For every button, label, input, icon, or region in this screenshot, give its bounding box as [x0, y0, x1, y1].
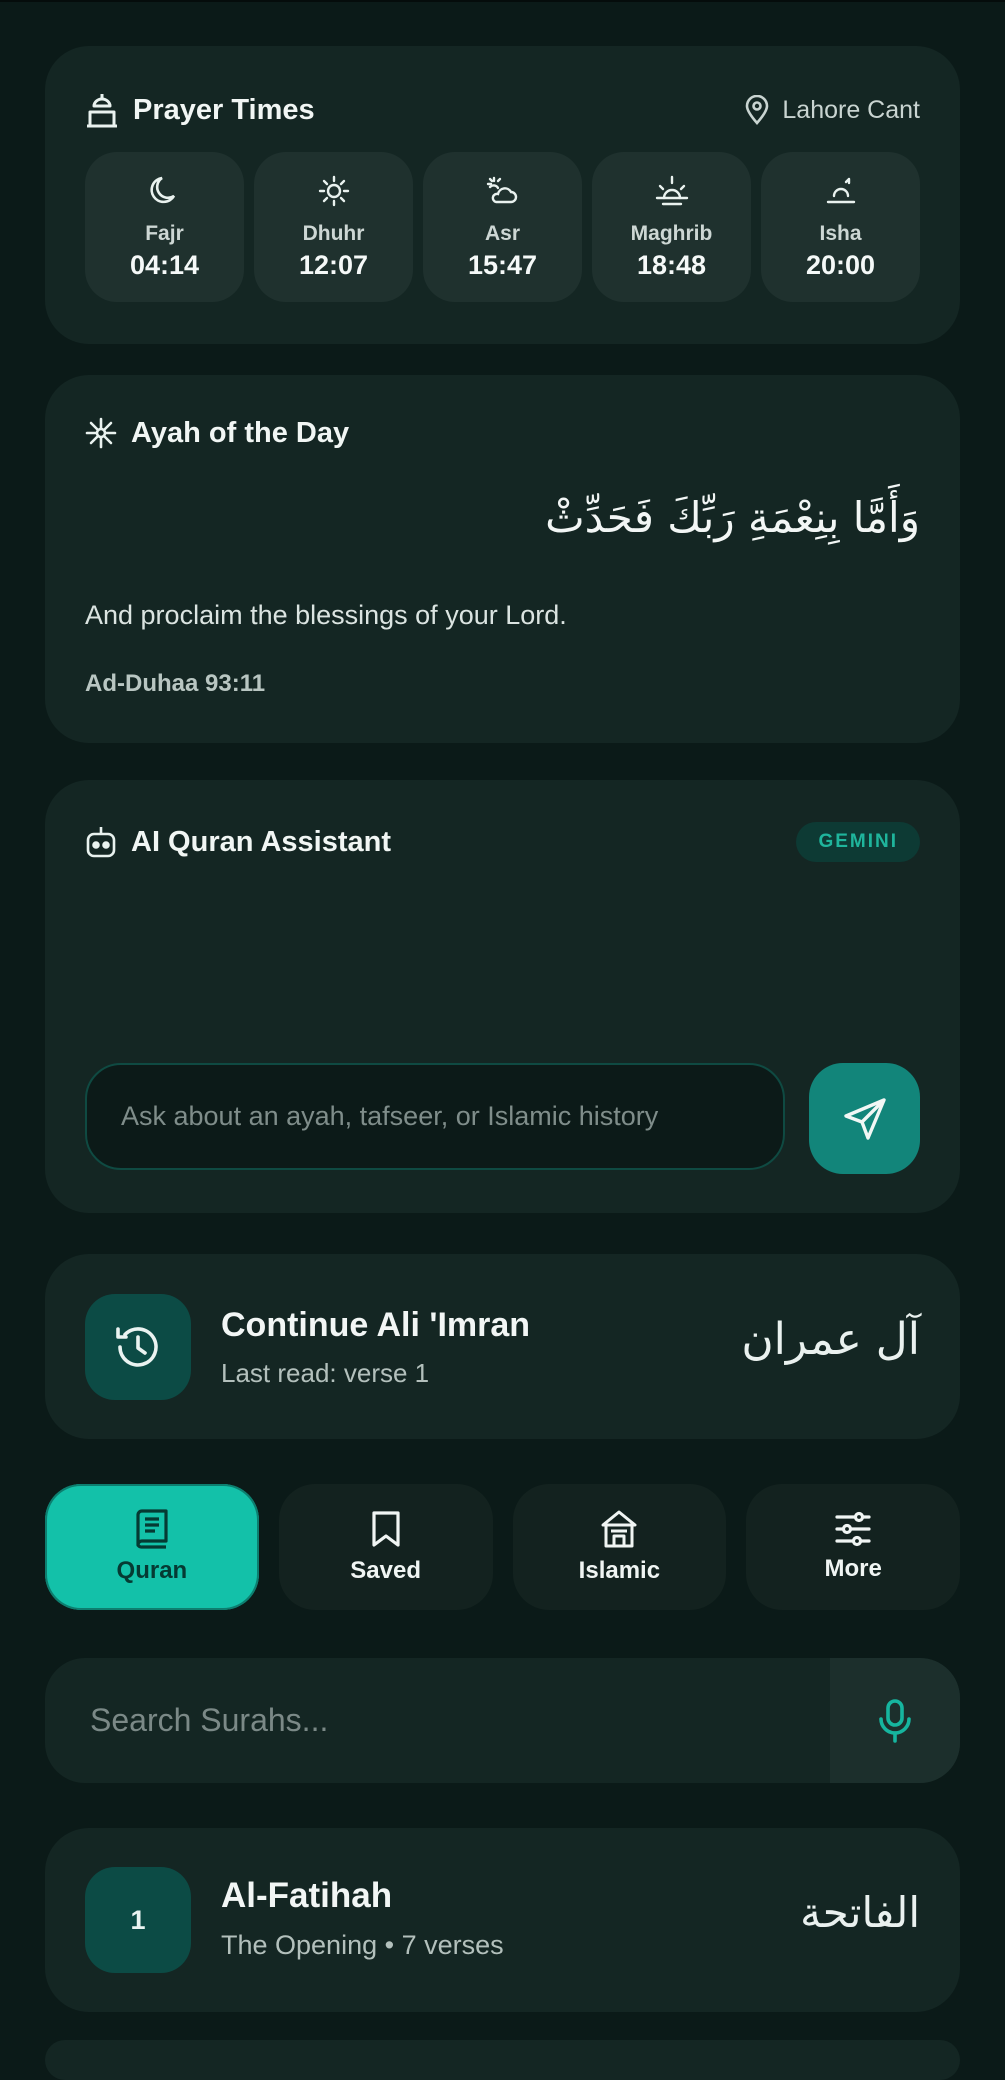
- prayer-name: Asr: [484, 222, 521, 245]
- sun-cloud-icon: [486, 174, 520, 208]
- moon-rise-icon: [824, 174, 858, 208]
- prayer-name: Maghrib: [630, 222, 713, 245]
- prayer-name: Fajr: [145, 222, 184, 245]
- minaret-icon: [85, 92, 119, 128]
- bookmark-icon: [370, 1509, 402, 1549]
- robot-icon: [85, 825, 117, 859]
- prayer-card-title: Prayer Times: [133, 93, 315, 126]
- tab-saved[interactable]: Saved: [278, 1484, 493, 1610]
- ayah-of-the-day-card: Ayah of the Day وَأَمَّا بِنِعْمَةِ رَبِ…: [45, 375, 960, 743]
- tab-more[interactable]: More: [746, 1484, 960, 1610]
- book-icon: [134, 1509, 170, 1549]
- sunset-icon: [655, 174, 689, 208]
- assistant-card-header: AI Quran Assistant GEMINI: [85, 820, 920, 864]
- continue-arabic-name: آل عمران: [741, 1314, 920, 1365]
- continue-reading-card[interactable]: Continue Ali 'Imran Last read: verse 1 آ…: [45, 1254, 960, 1439]
- prayer-tile-asr[interactable]: Asr 15:47: [423, 152, 582, 302]
- tab-islamic[interactable]: Islamic: [512, 1484, 727, 1610]
- continue-title: Continue Ali 'Imran: [221, 1306, 531, 1344]
- main-tabs: Quran Saved Islamic More: [45, 1484, 960, 1610]
- assistant-card-title: AI Quran Assistant: [131, 825, 391, 858]
- tab-label: More: [824, 1555, 882, 1582]
- tab-label: Quran: [116, 1557, 188, 1584]
- voice-search-button[interactable]: [830, 1658, 960, 1783]
- sun-icon: [317, 174, 351, 208]
- prayer-card-header: Prayer Times Lahore Cant: [85, 88, 920, 132]
- prayer-time: 20:00: [805, 250, 876, 280]
- ayah-translation: And proclaim the blessings of your Lord.: [85, 600, 567, 630]
- ayah-arabic-text: وَأَمَّا بِنِعْمَةِ رَبِّكَ فَحَدِّثْ: [545, 493, 920, 542]
- continue-subtitle: Last read: verse 1: [221, 1358, 430, 1388]
- location-selector[interactable]: Lahore Cant: [744, 95, 920, 125]
- next-list-item-peek: [45, 2040, 960, 2080]
- moon-icon: [148, 174, 182, 208]
- surah-search-input[interactable]: [45, 1658, 830, 1783]
- prayer-time: 04:14: [129, 250, 200, 280]
- surah-number: 1: [85, 1867, 191, 1973]
- sliders-icon: [833, 1511, 873, 1547]
- list-item[interactable]: 1 Al-Fatihah The Opening • 7 verses الفا…: [45, 1828, 960, 2012]
- prayer-time: 12:07: [298, 250, 369, 280]
- prayer-times-card: Prayer Times Lahore Cant Fajr 04:14 Dhuh…: [45, 46, 960, 344]
- ai-assistant-card: AI Quran Assistant GEMINI: [45, 780, 960, 1213]
- tab-label: Islamic: [578, 1557, 661, 1584]
- gemini-badge: GEMINI: [796, 822, 920, 862]
- location-pin-icon: [744, 95, 770, 125]
- surah-search-bar: [45, 1658, 960, 1783]
- surah-arabic-name: الفاتحة: [800, 1888, 920, 1937]
- ayah-reference: Ad-Duhaa 93:11: [85, 670, 266, 697]
- prayer-tile-fajr[interactable]: Fajr 04:14: [85, 152, 244, 302]
- mosque-icon: [599, 1509, 639, 1549]
- assistant-question-input[interactable]: [85, 1063, 785, 1170]
- surah-name: Al-Fatihah: [221, 1876, 393, 1915]
- prayer-name: Isha: [819, 222, 862, 245]
- location-name: Lahore Cant: [782, 95, 920, 124]
- prayer-tile-maghrib[interactable]: Maghrib 18:48: [592, 152, 751, 302]
- ayah-card-title: Ayah of the Day: [131, 416, 350, 449]
- prayer-time: 18:48: [636, 250, 707, 280]
- tab-quran[interactable]: Quran: [45, 1484, 259, 1610]
- status-bar-edge: [0, 0, 1005, 2]
- tab-label: Saved: [350, 1557, 421, 1584]
- send-button[interactable]: [809, 1063, 920, 1174]
- sparkle-icon: [85, 417, 117, 449]
- prayer-time: 15:47: [467, 250, 538, 280]
- prayer-tile-dhuhr[interactable]: Dhuhr 12:07: [254, 152, 413, 302]
- history-icon: [112, 1321, 164, 1373]
- surah-meta: The Opening • 7 verses: [221, 1930, 504, 1960]
- prayer-times-row: Fajr 04:14 Dhuhr 12:07 Asr 15:47 Maghrib…: [85, 152, 920, 302]
- history-icon-tile: [85, 1294, 191, 1400]
- ayah-card-header: Ayah of the Day: [85, 411, 920, 455]
- send-icon: [842, 1096, 888, 1142]
- microphone-icon: [877, 1698, 913, 1744]
- prayer-tile-isha[interactable]: Isha 20:00: [761, 152, 920, 302]
- prayer-name: Dhuhr: [302, 222, 365, 245]
